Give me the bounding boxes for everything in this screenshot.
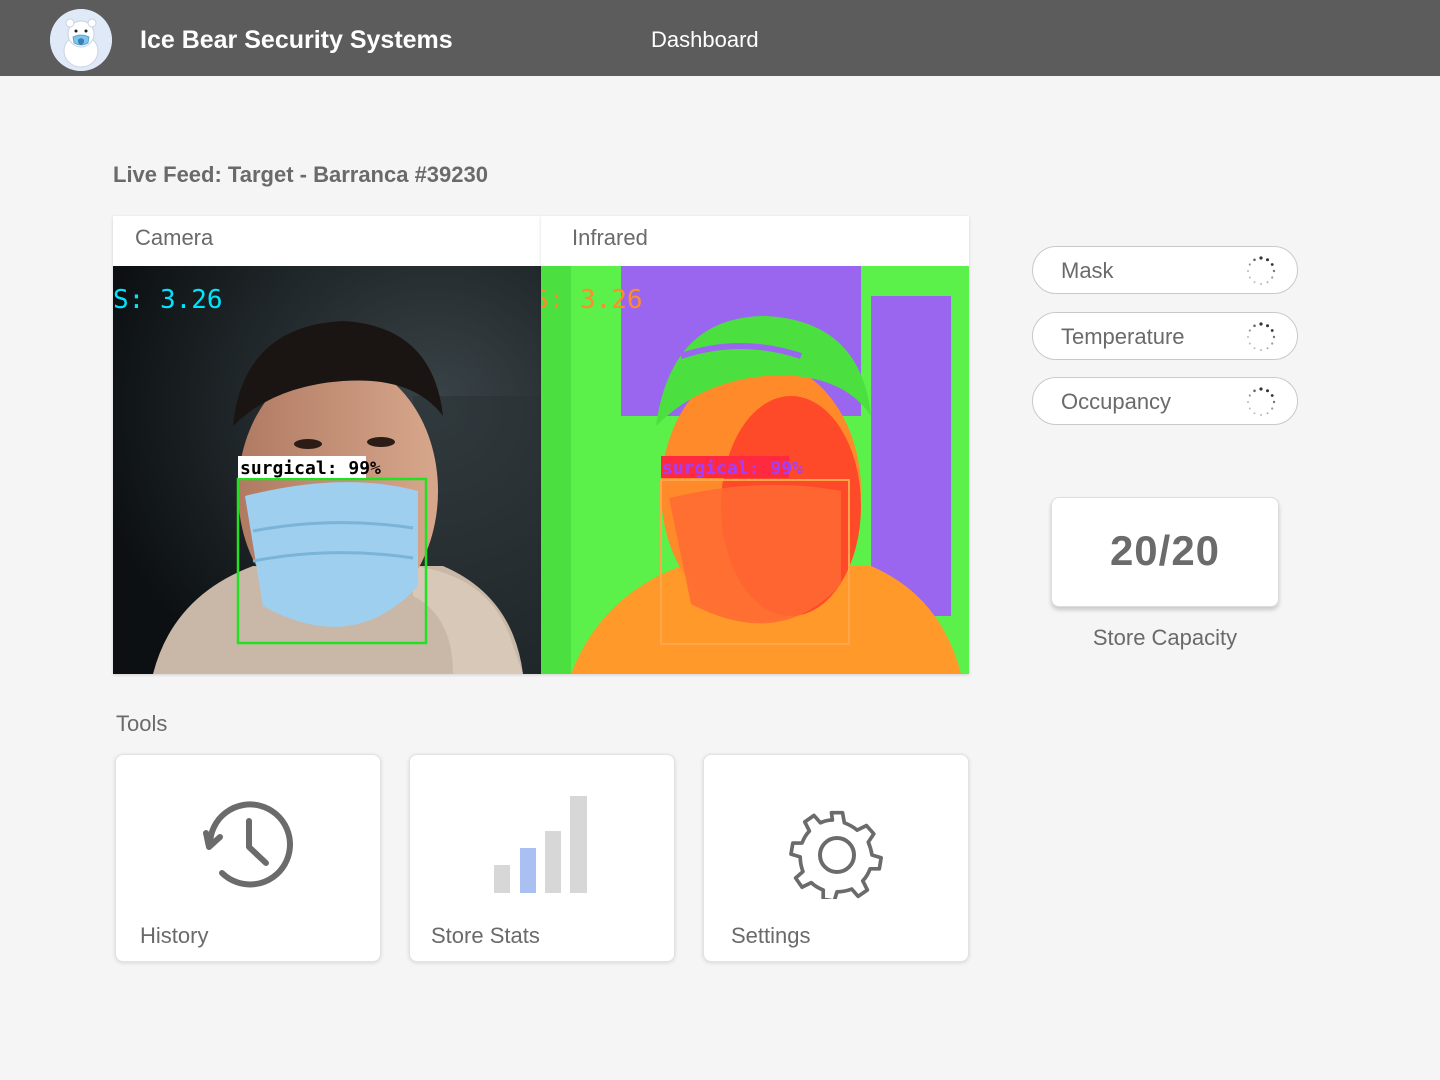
history-clock-icon <box>203 801 293 888</box>
live-feed-title: Live Feed: Target - Barranca #39230 <box>113 162 488 187</box>
tools-section-title: Tools <box>116 711 168 736</box>
temperature-status-label: Temperature <box>1061 324 1185 349</box>
infrared-detection-label: surgical: 99% <box>662 458 803 479</box>
store-capacity-value: 20/20 <box>1109 527 1221 574</box>
gear-icon <box>789 810 884 899</box>
bar-chart-icon <box>494 796 587 893</box>
infrared-feed-panel: Infrared surgical: 99% S: 3.26 <box>541 216 969 674</box>
brand-name: Ice Bear Security Systems <box>140 26 453 54</box>
top-navigation-bar: Ice Bear Security Systems Dashboard <box>0 0 1440 76</box>
infrared-fps-text: S: 3.26 <box>541 285 643 315</box>
store-stats-tool-label: Store Stats <box>431 923 540 948</box>
mask-status-pill[interactable]: Mask <box>1032 246 1298 294</box>
history-tool-card[interactable]: History <box>115 754 381 962</box>
polar-bear-logo-icon[interactable] <box>50 9 112 71</box>
store-capacity-label: Store Capacity <box>1092 625 1238 650</box>
camera-detection-label: surgical: 99% <box>240 458 381 479</box>
settings-tool-label: Settings <box>731 923 811 948</box>
store-capacity-card: 20/20 <box>1051 497 1279 607</box>
camera-feed-panel: Camera surgical: 99% S: 3.26 <box>113 216 541 674</box>
temperature-status-pill[interactable]: Temperature <box>1032 312 1298 360</box>
mask-status-label: Mask <box>1061 258 1114 283</box>
loading-spinner-icon <box>1247 387 1276 416</box>
camera-fps-text: S: 3.26 <box>113 285 223 315</box>
nav-dashboard-link[interactable]: Dashboard <box>651 27 759 53</box>
loading-spinner-icon <box>1247 256 1276 285</box>
store-stats-tool-card[interactable]: Store Stats <box>409 754 675 962</box>
occupancy-status-label: Occupancy <box>1061 389 1172 414</box>
loading-spinner-icon <box>1247 322 1276 351</box>
camera-panel-label: Camera <box>135 225 214 250</box>
infrared-feed-image: surgical: 99% S: 3.26 <box>541 266 969 674</box>
camera-feed-image: surgical: 99% S: 3.26 <box>113 266 541 674</box>
history-tool-label: History <box>140 923 209 948</box>
occupancy-status-pill[interactable]: Occupancy <box>1032 377 1298 425</box>
infrared-panel-label: Infrared <box>572 225 648 250</box>
settings-tool-card[interactable]: Settings <box>703 754 969 962</box>
